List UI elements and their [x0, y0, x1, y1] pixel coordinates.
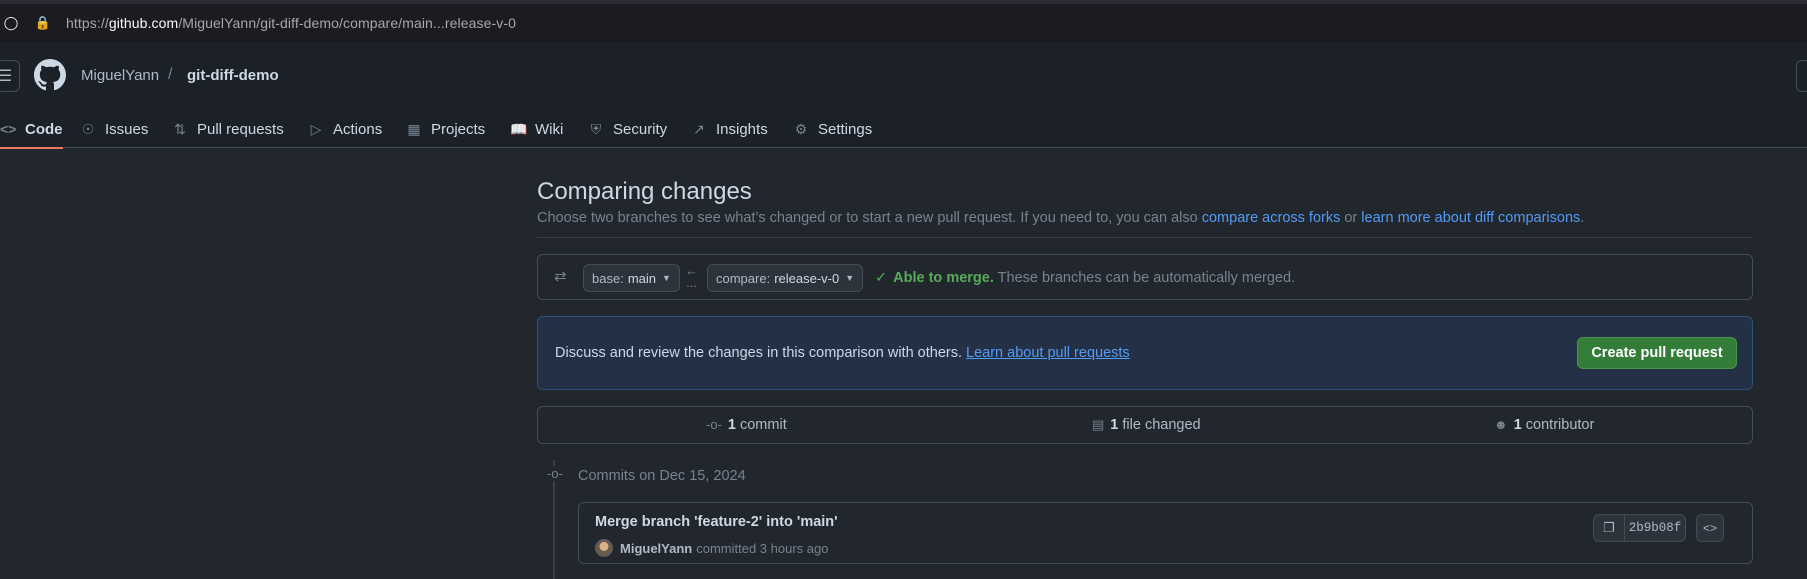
repo-name-link[interactable]: git-diff-demo: [187, 67, 279, 84]
commit-title-link[interactable]: Merge branch 'feature-2' into 'main': [595, 514, 838, 530]
learn-diff-comparisons-link[interactable]: learn more about diff comparisons: [1361, 210, 1580, 226]
tab-projects[interactable]: ▦ Projects: [406, 110, 485, 148]
lock-icon: 🔒: [34, 15, 52, 30]
create-pull-request-button[interactable]: Create pull request: [1577, 337, 1737, 369]
code-icon: <>: [0, 121, 17, 137]
book-icon: 📖: [510, 120, 528, 137]
tab-wiki[interactable]: 📖 Wiki: [510, 110, 563, 148]
branch-range-editor: ⇄ base: main ▼ ←... compare: release-v-0 ▼ ✓…: [537, 254, 1753, 300]
caret-down-icon: ▼: [845, 273, 855, 283]
file-diff-icon: ▤: [1092, 417, 1105, 432]
people-icon: ☻: [1494, 417, 1508, 432]
commit-author-link[interactable]: MiguelYann: [620, 541, 692, 556]
repo-header: ☰ MiguelYann / git-diff-demo <> Code ☉ Iss…: [0, 42, 1807, 149]
page-title: Comparing changes: [537, 178, 752, 205]
github-logo-icon[interactable]: [34, 59, 66, 91]
tab-insights[interactable]: ↗ Insights: [691, 110, 768, 148]
header-right-button[interactable]: [1796, 60, 1807, 92]
tab-settings[interactable]: ⚙ Settings: [793, 110, 872, 148]
play-icon: ▷: [310, 120, 322, 137]
issue-opened-icon: ☉: [81, 120, 95, 137]
code-icon: <>: [1702, 521, 1717, 535]
copy-sha-button[interactable]: ❐: [1593, 514, 1625, 542]
git-commit-icon: -o-: [547, 466, 563, 481]
files-changed-stat-tab[interactable]: ▤ 1 file changed: [1092, 417, 1201, 433]
commit-meta: MiguelYann committed 3 hours ago: [595, 539, 828, 557]
git-pull-request-icon: ⇅: [174, 120, 186, 137]
table-icon: ▦: [407, 120, 421, 137]
compare-branch-select[interactable]: compare: release-v-0 ▼: [707, 264, 864, 292]
shield-icon: ◯: [3, 15, 19, 30]
merge-status: ✓ Able to merge. These branches can be au…: [875, 270, 1296, 286]
menu-icon: ☰: [0, 68, 13, 85]
browser-url-bar[interactable]: ◯ 🔒 https://github.com/MiguelYann/git-di…: [0, 0, 1807, 42]
path-separator: /: [168, 66, 173, 83]
tab-security[interactable]: ⛨ Security: [588, 110, 667, 148]
compare-stats-bar: -o- 1 commit ▤ 1 file changed ☻ 1 contribut…: [537, 406, 1753, 444]
commits-stat-tab[interactable]: -o- 1 commit: [706, 417, 787, 433]
gear-icon: ⚙: [794, 120, 808, 137]
divider: [537, 237, 1753, 238]
arrow-left-icon: ←...: [685, 263, 698, 290]
graph-icon: ↗: [693, 120, 705, 137]
avatar[interactable]: [595, 539, 613, 557]
commits-date-heading: Commits on Dec 15, 2024: [578, 468, 746, 484]
git-commit-icon: -o-: [706, 417, 722, 432]
learn-pull-requests-link[interactable]: Learn about pull requests: [966, 345, 1130, 361]
browse-repo-at-commit-button[interactable]: <>: [1696, 514, 1724, 542]
tab-code[interactable]: <> Code: [0, 110, 63, 149]
url-text[interactable]: https://github.com/MiguelYann/git-diff-d…: [66, 15, 516, 31]
hamburger-menu-button[interactable]: ☰: [0, 60, 20, 92]
copy-icon: ❐: [1603, 520, 1615, 535]
caret-down-icon: ▼: [662, 273, 671, 283]
check-icon: ✓: [875, 270, 888, 286]
tab-actions[interactable]: ▷ Actions: [308, 110, 383, 148]
page-subtitle: Choose two branches to see what’s change…: [537, 210, 1585, 226]
discuss-text: Discuss and review the changes in this c…: [555, 345, 1130, 361]
repo-owner-link[interactable]: MiguelYann: [81, 67, 159, 84]
git-compare-icon: ⇄: [554, 268, 567, 285]
compare-across-forks-link[interactable]: compare across forks: [1202, 210, 1341, 226]
base-branch-select[interactable]: base: main ▼: [583, 264, 680, 292]
commit-list-item: Merge branch 'feature-2' into 'main' Mig…: [578, 502, 1753, 564]
commit-sha-link[interactable]: 2b9b08f: [1624, 514, 1686, 542]
tab-issues[interactable]: ☉ Issues: [80, 110, 149, 148]
tab-pull-requests[interactable]: ⇅ Pull requests: [172, 110, 284, 148]
shield-icon: ⛨: [590, 120, 602, 137]
discuss-banner: Discuss and review the changes in this c…: [537, 316, 1753, 390]
contributors-stat-tab[interactable]: ☻ 1 contributor: [1494, 417, 1594, 433]
